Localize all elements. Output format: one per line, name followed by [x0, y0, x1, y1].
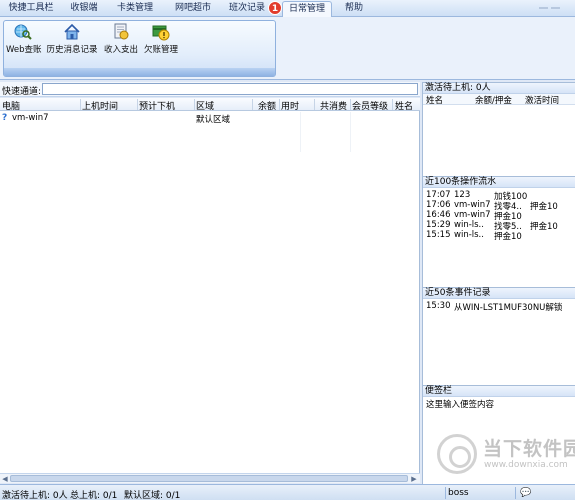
column-header-used-time[interactable]: 用时 [281, 99, 299, 112]
right-panel: 激活待上机: 0人 姓名 余额/押金 激活时间 近100条操作流水 17:07 … [422, 82, 575, 484]
pending-activation-title: 激活待上机: 0人 [423, 82, 575, 94]
table-row[interactable]: ? vm-win7 默认区域 [0, 113, 420, 125]
column-header-balance[interactable]: 余额 [258, 99, 276, 112]
history-messages-label: 历史消息记录 [46, 45, 98, 55]
tab-card-management[interactable]: 卡类管理 [112, 1, 158, 17]
operations-title: 近100条操作流水 [423, 176, 575, 188]
operation-row: 15:29 win-ls.. 找零5.. 押金10 [426, 220, 558, 232]
event-row: 15:30 从WIN-LST1MUF30NU解锁 [426, 301, 563, 313]
status-bar: 激活待上机: 0人 总上机: 0/1 默认区域: 0/1 boss 💬 [0, 484, 575, 500]
scroll-left-icon[interactable]: ◀ [1, 475, 9, 483]
status-pending: 激活待上机: 0人 [2, 491, 68, 500]
status-user: boss [448, 488, 469, 498]
window-controls[interactable] [539, 3, 569, 13]
column-header-computer[interactable]: 电脑 [2, 99, 20, 112]
operation-row: 17:06 vm-win7 找零4.. 押金10 [426, 200, 558, 212]
status-total-online: 总上机: 0/1 [70, 491, 118, 500]
notes-input[interactable]: 这里输入便签内容 [426, 398, 494, 410]
column-header-start-time[interactable]: 上机时间 [82, 99, 118, 112]
column-header-expected-end[interactable]: 预计下机 [139, 99, 175, 112]
horizontal-scrollbar[interactable]: ◀ ▶ [0, 473, 420, 483]
column-header-total-spend[interactable]: 共消费 [320, 99, 347, 112]
operation-row: 17:07 123 加钱100 [426, 190, 528, 202]
menu-tab-bar: 快捷工具栏 收银端 卡类管理 网吧超市 班次记录 日常管理 帮助 1 [0, 0, 575, 17]
pending-col-balance[interactable]: 余额/押金 [475, 94, 512, 106]
home-icon [63, 23, 81, 41]
ribbon-group-footer [4, 68, 275, 76]
tab-netcafe-market[interactable]: 网吧超市 [170, 1, 216, 17]
column-header-area[interactable]: 区域 [196, 99, 214, 112]
history-messages-button[interactable]: 历史消息记录 [44, 23, 100, 63]
unknown-status-icon: ? [2, 113, 8, 123]
column-header-member-level[interactable]: 会员等级 [352, 99, 388, 112]
scroll-right-icon[interactable]: ▶ [410, 475, 418, 483]
notification-badge: 1 [268, 1, 282, 15]
scroll-thumb[interactable] [10, 475, 408, 482]
debt-warning-icon [152, 23, 170, 41]
row-computer: vm-win7 [12, 113, 49, 123]
quick-channel-label: 快速通道: [2, 87, 42, 97]
quick-channel-input[interactable] [42, 83, 418, 95]
income-expense-button[interactable]: 收入支出 [102, 23, 140, 63]
tab-daily-management[interactable]: 日常管理 [282, 1, 332, 17]
pending-activation-header: 姓名 余额/押金 激活时间 [423, 94, 575, 106]
tab-quick-toolbar[interactable]: 快捷工具栏 [4, 1, 58, 17]
tab-help[interactable]: 帮助 [340, 1, 368, 17]
chat-icon[interactable]: 💬 [520, 488, 531, 498]
income-expense-icon [112, 23, 130, 41]
web-query-button[interactable]: Web查账 [6, 23, 42, 63]
ribbon-panel: Web查账 历史消息记录 收入支出 欠账管理 [0, 17, 575, 80]
pending-col-time[interactable]: 激活时间 [525, 94, 559, 106]
notes-title: 便签栏 [423, 385, 575, 397]
status-area: 默认区域: 0/1 [124, 491, 181, 500]
tab-shift-records[interactable]: 班次记录 [224, 1, 270, 17]
operation-row: 16:46 vm-win7 押金10 [426, 210, 522, 222]
row-area: 默认区域 [196, 115, 231, 125]
ribbon-group-daily: Web查账 历史消息记录 收入支出 欠账管理 [3, 20, 276, 77]
operation-row: 15:15 win-ls.. 押金10 [426, 230, 522, 242]
debt-management-label: 欠账管理 [143, 45, 178, 55]
computer-table: 电脑 上机时间 预计下机 区域 余额 用时 共消费 会员等级 姓名 ? vm-w… [0, 98, 420, 473]
income-expense-label: 收入支出 [103, 45, 138, 55]
column-header-name[interactable]: 姓名 [395, 99, 413, 112]
web-query-icon [14, 23, 32, 41]
tab-cashier[interactable]: 收银端 [66, 1, 102, 17]
debt-management-button[interactable]: 欠账管理 [142, 23, 180, 63]
web-query-label: Web查账 [6, 45, 42, 55]
events-title: 近50条事件记录 [423, 287, 575, 299]
pending-col-name[interactable]: 姓名 [426, 94, 443, 106]
table-header: 电脑 上机时间 预计下机 区域 余额 用时 共消费 会员等级 姓名 [0, 98, 420, 112]
quick-channel-bar: 快速通道: [0, 82, 420, 97]
